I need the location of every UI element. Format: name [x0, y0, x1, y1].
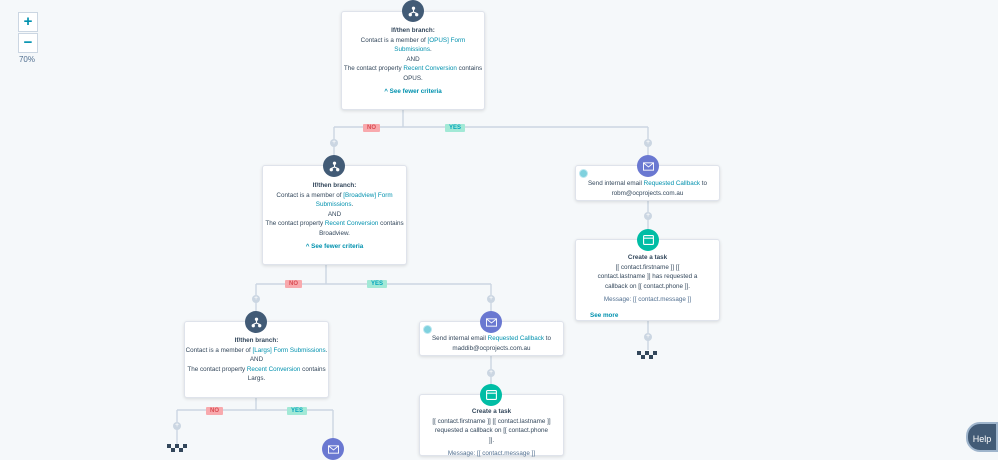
property-link[interactable]: Recent Conversion [403, 65, 457, 72]
help-button[interactable]: Help [966, 422, 998, 452]
branch-card-broadview[interactable]: If/then branch: Contact is a member of [… [262, 165, 407, 265]
branch-no-label: NO [363, 124, 380, 132]
status-dot-icon [579, 169, 588, 178]
zoom-in-button[interactable]: + [18, 12, 38, 32]
zoom-out-button[interactable]: − [18, 33, 38, 53]
email-action-text: Send internal email Requested Callback t… [587, 180, 708, 187]
task-icon [480, 384, 502, 406]
workflow-connectors [176, 0, 649, 444]
plus-icon[interactable]: + [644, 139, 652, 147]
branch-title: If/then branch: [234, 337, 279, 344]
envelope-icon [637, 155, 659, 177]
see-more-link[interactable]: See more [576, 311, 719, 321]
and-label: AND [327, 210, 342, 218]
property-link[interactable]: Recent Conversion [325, 220, 379, 227]
task-message: Message: [[ contact.message ]] [603, 296, 692, 303]
branch-icon [245, 311, 267, 333]
task-body: [[ contact.firstname ]] [[ contact.lastn… [597, 263, 698, 290]
plus-icon[interactable]: + [487, 369, 495, 377]
envelope-icon [480, 311, 502, 333]
zoom-level: 70% [18, 55, 35, 64]
task-title: Create a task [627, 254, 668, 261]
email-action-text: Send internal email Requested Callback t… [431, 335, 552, 342]
see-fewer-criteria-link[interactable]: ^ See fewer criteria [342, 87, 484, 97]
checkered-flag-icon [167, 444, 187, 452]
branch-no-label: NO [285, 280, 302, 288]
and-label: AND [249, 356, 264, 363]
branch-yes-label: YES [367, 280, 388, 288]
task-icon [637, 229, 659, 251]
plus-icon[interactable]: + [252, 295, 260, 303]
see-fewer-criteria-link[interactable]: ^ See fewer criteria [263, 242, 406, 252]
plus-icon[interactable]: + [644, 212, 652, 220]
and-label: AND [406, 55, 420, 63]
property-link[interactable]: Recent Conversion [247, 366, 301, 373]
email-link[interactable]: Requested Callback [488, 335, 544, 342]
email-recipient: maddib@ocprojects.com.au [452, 344, 531, 352]
email-link[interactable]: Requested Callback [644, 180, 700, 187]
branch-criteria-1: Contact is a member of [Largs] Form Subm… [185, 346, 328, 354]
envelope-icon [322, 438, 344, 460]
plus-icon[interactable]: + [173, 422, 181, 430]
branch-yes-label: YES [287, 407, 308, 415]
branch-criteria-1: Contact is a member of [Broadview] Form … [276, 191, 393, 209]
branch-icon [323, 155, 345, 177]
branch-title: If/then branch: [391, 27, 435, 34]
branch-criteria-2: The contact property Recent Conversion c… [265, 220, 404, 237]
plus-icon[interactable]: + [330, 139, 338, 147]
task-title: Create a task [471, 408, 512, 415]
branch-criteria-2: The contact property Recent Conversion c… [343, 65, 483, 82]
plus-icon[interactable]: + [644, 333, 652, 341]
task-body: [[ contact.firstname ]] [[ contact.lastn… [432, 417, 551, 444]
branch-yes-label: YES [445, 124, 466, 132]
list-link[interactable]: [Largs] Form Submissions [252, 347, 325, 354]
create-task-card-right[interactable]: Create a task [[ contact.firstname ]] [[… [575, 239, 720, 321]
checkered-flag-icon [637, 351, 657, 359]
plus-icon[interactable]: + [487, 295, 495, 303]
branch-no-label: NO [206, 407, 223, 415]
branch-card-opus[interactable]: If/then branch: Contact is a member of [… [341, 11, 485, 110]
branch-title: If/then branch: [312, 182, 357, 189]
branch-icon [402, 0, 424, 22]
branch-criteria-1: Contact is a member of [OPUS] Form Submi… [360, 36, 466, 54]
email-recipient: robm@ocprojects.com.au [611, 189, 684, 197]
branch-criteria-2: The contact property Recent Conversion c… [187, 365, 326, 383]
status-dot-icon [423, 325, 432, 334]
